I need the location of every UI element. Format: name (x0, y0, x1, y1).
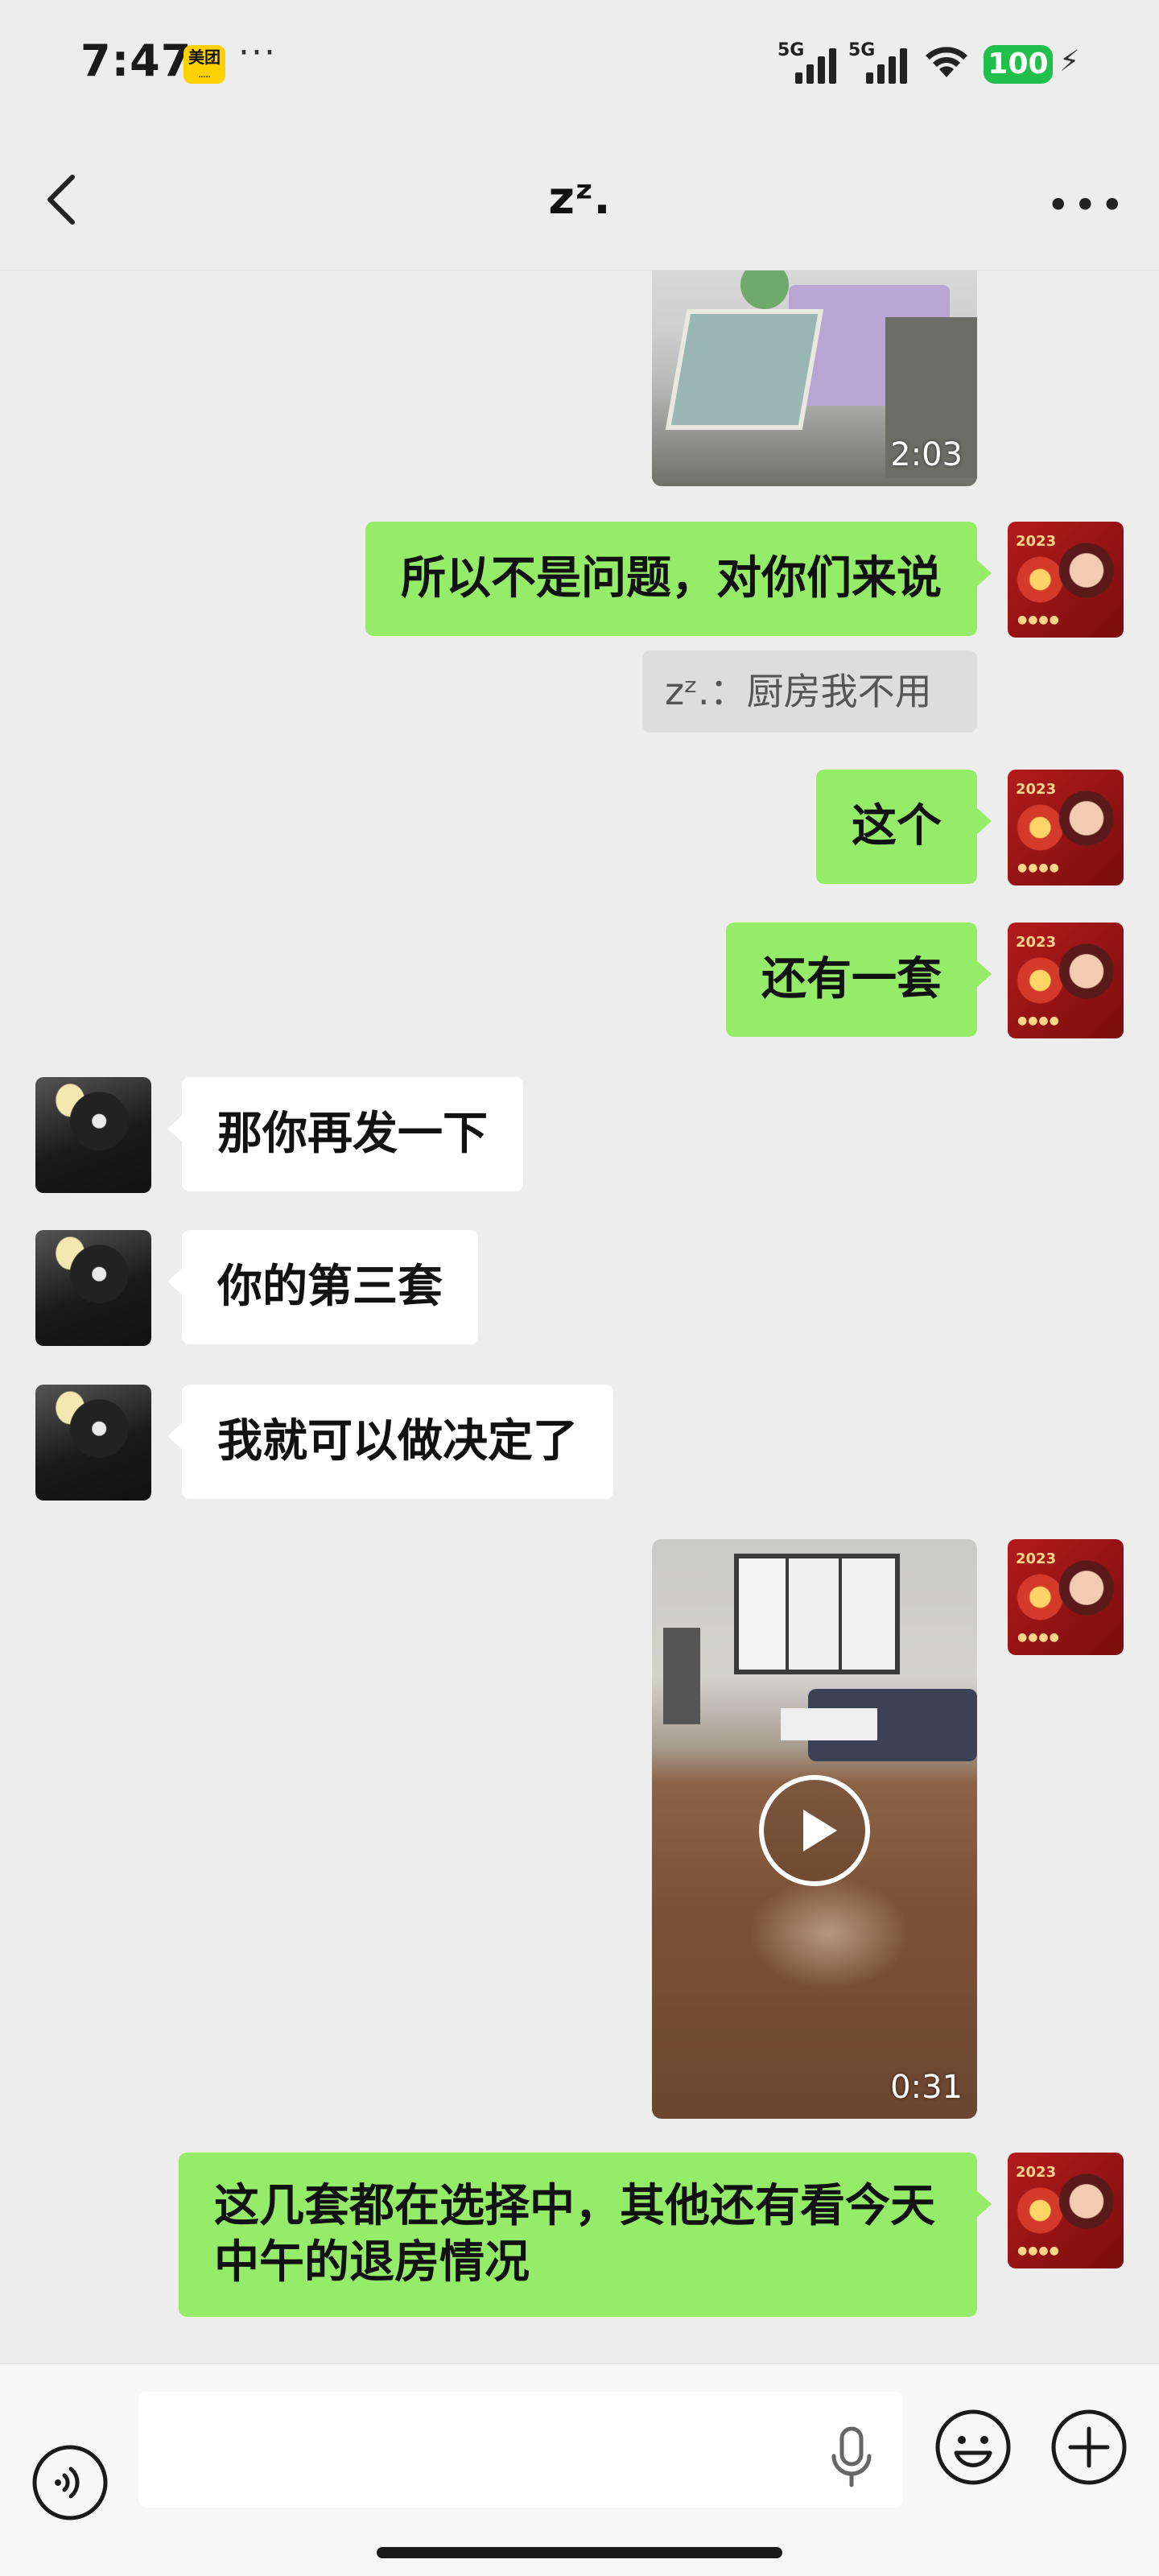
play-icon[interactable] (757, 1773, 872, 1889)
message-bubble[interactable]: 你的第三套 (167, 1230, 478, 1344)
message-bubble[interactable]: 我就可以做决定了 (167, 1385, 613, 1499)
message-bubble[interactable]: 还有一套 (726, 923, 992, 1037)
status-more-icon: ··· (238, 32, 277, 73)
meituan-app-icon: 美团 ····· (184, 45, 225, 84)
status-bar: 7:47 美团 ····· ··· 5G 5G 100 ⚡ (0, 0, 1159, 129)
video-message[interactable]: 2:03 (652, 270, 977, 486)
home-indicator[interactable] (377, 2547, 782, 2558)
contact-avatar[interactable] (35, 1385, 151, 1501)
quoted-message[interactable]: zᶻ.：厨房我不用 (642, 650, 977, 733)
message-list[interactable]: 2:03 2023 ●●●● 所以不是问题，对你们来说 zᶻ.：厨房我不用 202… (0, 270, 1159, 2363)
self-avatar[interactable]: 2023 ●●●● (1008, 770, 1124, 886)
chat-title: zᶻ. (548, 172, 611, 225)
message-bubble[interactable]: 那你再发一下 (167, 1077, 523, 1191)
battery-indicator: 100 (984, 45, 1053, 84)
video-duration: 2:03 (890, 436, 963, 473)
self-avatar[interactable]: 2023 ●●●● (1008, 2153, 1124, 2268)
message-bubble[interactable]: 所以不是问题，对你们来说 (365, 522, 992, 636)
message-bubble[interactable]: 这几套都在选择中，其他还有看今天中午的退房情况 (179, 2153, 992, 2317)
add-attachment-icon[interactable] (1050, 2408, 1128, 2487)
meituan-badge-label: 美团 (188, 47, 221, 67)
video-message[interactable]: 0:31 (652, 1539, 977, 2119)
contact-avatar[interactable] (35, 1230, 151, 1346)
wifi-icon (926, 47, 967, 77)
emoji-icon[interactable] (934, 2408, 1013, 2487)
status-time: 7:47 (80, 35, 192, 86)
message-bubble[interactable]: 这个 (816, 770, 992, 884)
charging-icon: ⚡ (1059, 45, 1080, 78)
self-avatar[interactable]: 2023 ●●●● (1008, 522, 1124, 638)
self-avatar[interactable]: 2023 ●●●● (1008, 1539, 1124, 1655)
voice-mode-icon[interactable] (31, 2443, 109, 2522)
input-bar (0, 2363, 1159, 2576)
video-duration: 0:31 (890, 2069, 963, 2106)
more-options-icon[interactable]: ••• (1046, 182, 1127, 229)
self-avatar[interactable]: 2023 ●●●● (1008, 923, 1124, 1038)
chat-header: zᶻ. ••• (0, 129, 1159, 270)
microphone-icon[interactable] (829, 2425, 874, 2490)
message-input[interactable] (138, 2392, 903, 2508)
contact-avatar[interactable] (35, 1077, 151, 1193)
